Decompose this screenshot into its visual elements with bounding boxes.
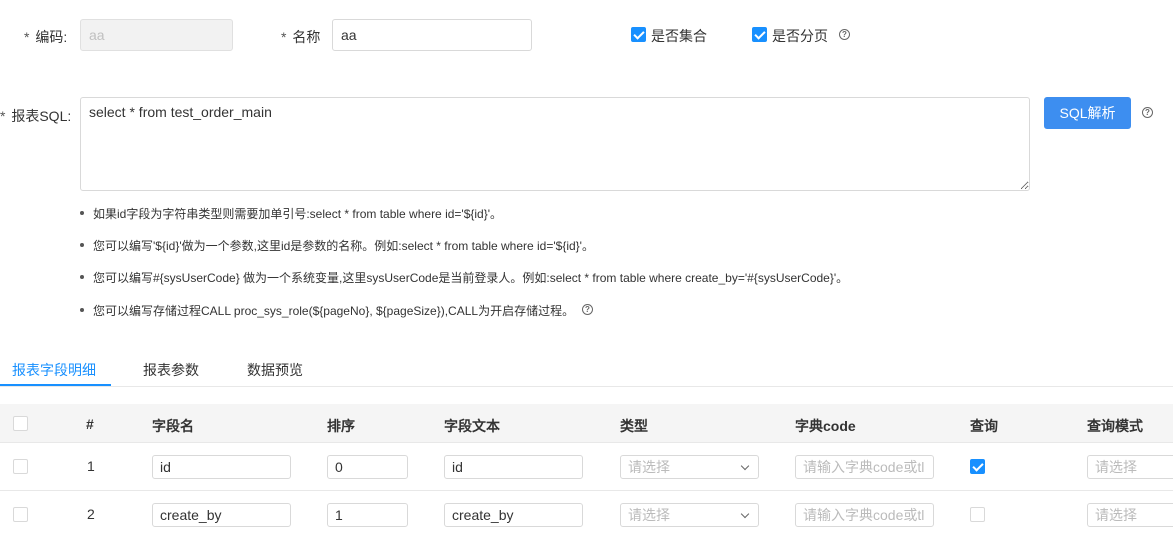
field-name-input[interactable]: create_by bbox=[152, 503, 291, 527]
row-select-checkbox[interactable] bbox=[13, 507, 28, 522]
name-label: * 名称 bbox=[281, 29, 321, 45]
field-name-input[interactable]: id bbox=[152, 455, 291, 479]
chevron-down-icon bbox=[740, 461, 750, 471]
query-mode-select[interactable]: 请选择 bbox=[1087, 455, 1173, 479]
field-text-input[interactable]: id bbox=[444, 455, 583, 479]
order-input[interactable]: 0 bbox=[327, 455, 408, 479]
column-header-index: # bbox=[86, 416, 94, 432]
procedure-help-icon[interactable]: ? bbox=[582, 304, 593, 315]
column-header-query: 查询 bbox=[970, 418, 998, 434]
tip-item: 您可以编写#{sysUserCode} 做为一个系统变量,这里sysUserCo… bbox=[80, 269, 848, 286]
order-input[interactable]: 1 bbox=[327, 503, 408, 527]
is-paged-checkbox[interactable] bbox=[752, 27, 767, 42]
sql-help-icon[interactable]: ? bbox=[1142, 107, 1153, 118]
row-divider bbox=[0, 490, 1173, 491]
column-header-field-text: 字段文本 bbox=[444, 418, 500, 434]
chevron-down-icon bbox=[740, 509, 750, 519]
query-checkbox[interactable] bbox=[970, 459, 985, 474]
dict-code-input[interactable]: 请输入字典code或tl bbox=[795, 503, 934, 527]
bullet-icon bbox=[80, 242, 84, 247]
column-header-query-mode: 查询模式 bbox=[1087, 418, 1143, 434]
column-header-dict-code: 字典code bbox=[795, 418, 856, 434]
row-select-checkbox[interactable] bbox=[13, 459, 28, 474]
select-all-checkbox[interactable] bbox=[13, 416, 28, 431]
column-header-field-name: 字段名 bbox=[152, 418, 194, 434]
type-select[interactable]: 请选择 bbox=[620, 503, 759, 527]
sql-textarea[interactable]: select * from test_order_main bbox=[80, 97, 1030, 191]
tip-item: 您可以编写'${id}'做为一个参数,这里id是参数的名称。例如:select … bbox=[80, 237, 594, 254]
tip-item: 您可以编写存储过程CALL proc_sys_role(${pageNo}, $… bbox=[80, 302, 574, 319]
field-text-input[interactable]: create_by bbox=[444, 503, 583, 527]
is-collection-checkbox[interactable] bbox=[631, 27, 646, 42]
query-mode-select[interactable]: 请选择 bbox=[1087, 503, 1173, 527]
tab-report-params[interactable]: 报表参数 bbox=[143, 360, 199, 380]
query-checkbox[interactable] bbox=[970, 507, 985, 522]
dict-code-input[interactable]: 请输入字典code或tl bbox=[795, 455, 934, 479]
is-collection-label: 是否集合 bbox=[651, 28, 707, 44]
is-paged-label: 是否分页 bbox=[772, 28, 828, 44]
bullet-icon bbox=[80, 274, 84, 279]
row-index: 2 bbox=[87, 506, 95, 522]
code-label: * 编码: bbox=[24, 29, 68, 45]
code-input[interactable]: aa bbox=[80, 19, 233, 51]
sql-label: * 报表SQL: bbox=[0, 108, 72, 124]
row-index: 1 bbox=[87, 458, 95, 474]
bullet-icon bbox=[80, 307, 84, 312]
tab-field-details[interactable]: 报表字段明细 bbox=[12, 360, 96, 380]
bullet-icon bbox=[80, 210, 84, 215]
paged-help-icon[interactable]: ? bbox=[839, 29, 850, 40]
type-select[interactable]: 请选择 bbox=[620, 455, 759, 479]
column-header-order: 排序 bbox=[327, 418, 355, 434]
sql-parse-button[interactable]: SQL解析 bbox=[1044, 97, 1131, 129]
column-header-type: 类型 bbox=[620, 418, 648, 434]
tab-data-preview[interactable]: 数据预览 bbox=[247, 360, 303, 380]
tab-divider bbox=[0, 386, 1173, 387]
name-input[interactable]: aa bbox=[332, 19, 532, 51]
tip-item: 如果id字段为字符串类型则需要加单引号:select * from table … bbox=[80, 205, 502, 222]
